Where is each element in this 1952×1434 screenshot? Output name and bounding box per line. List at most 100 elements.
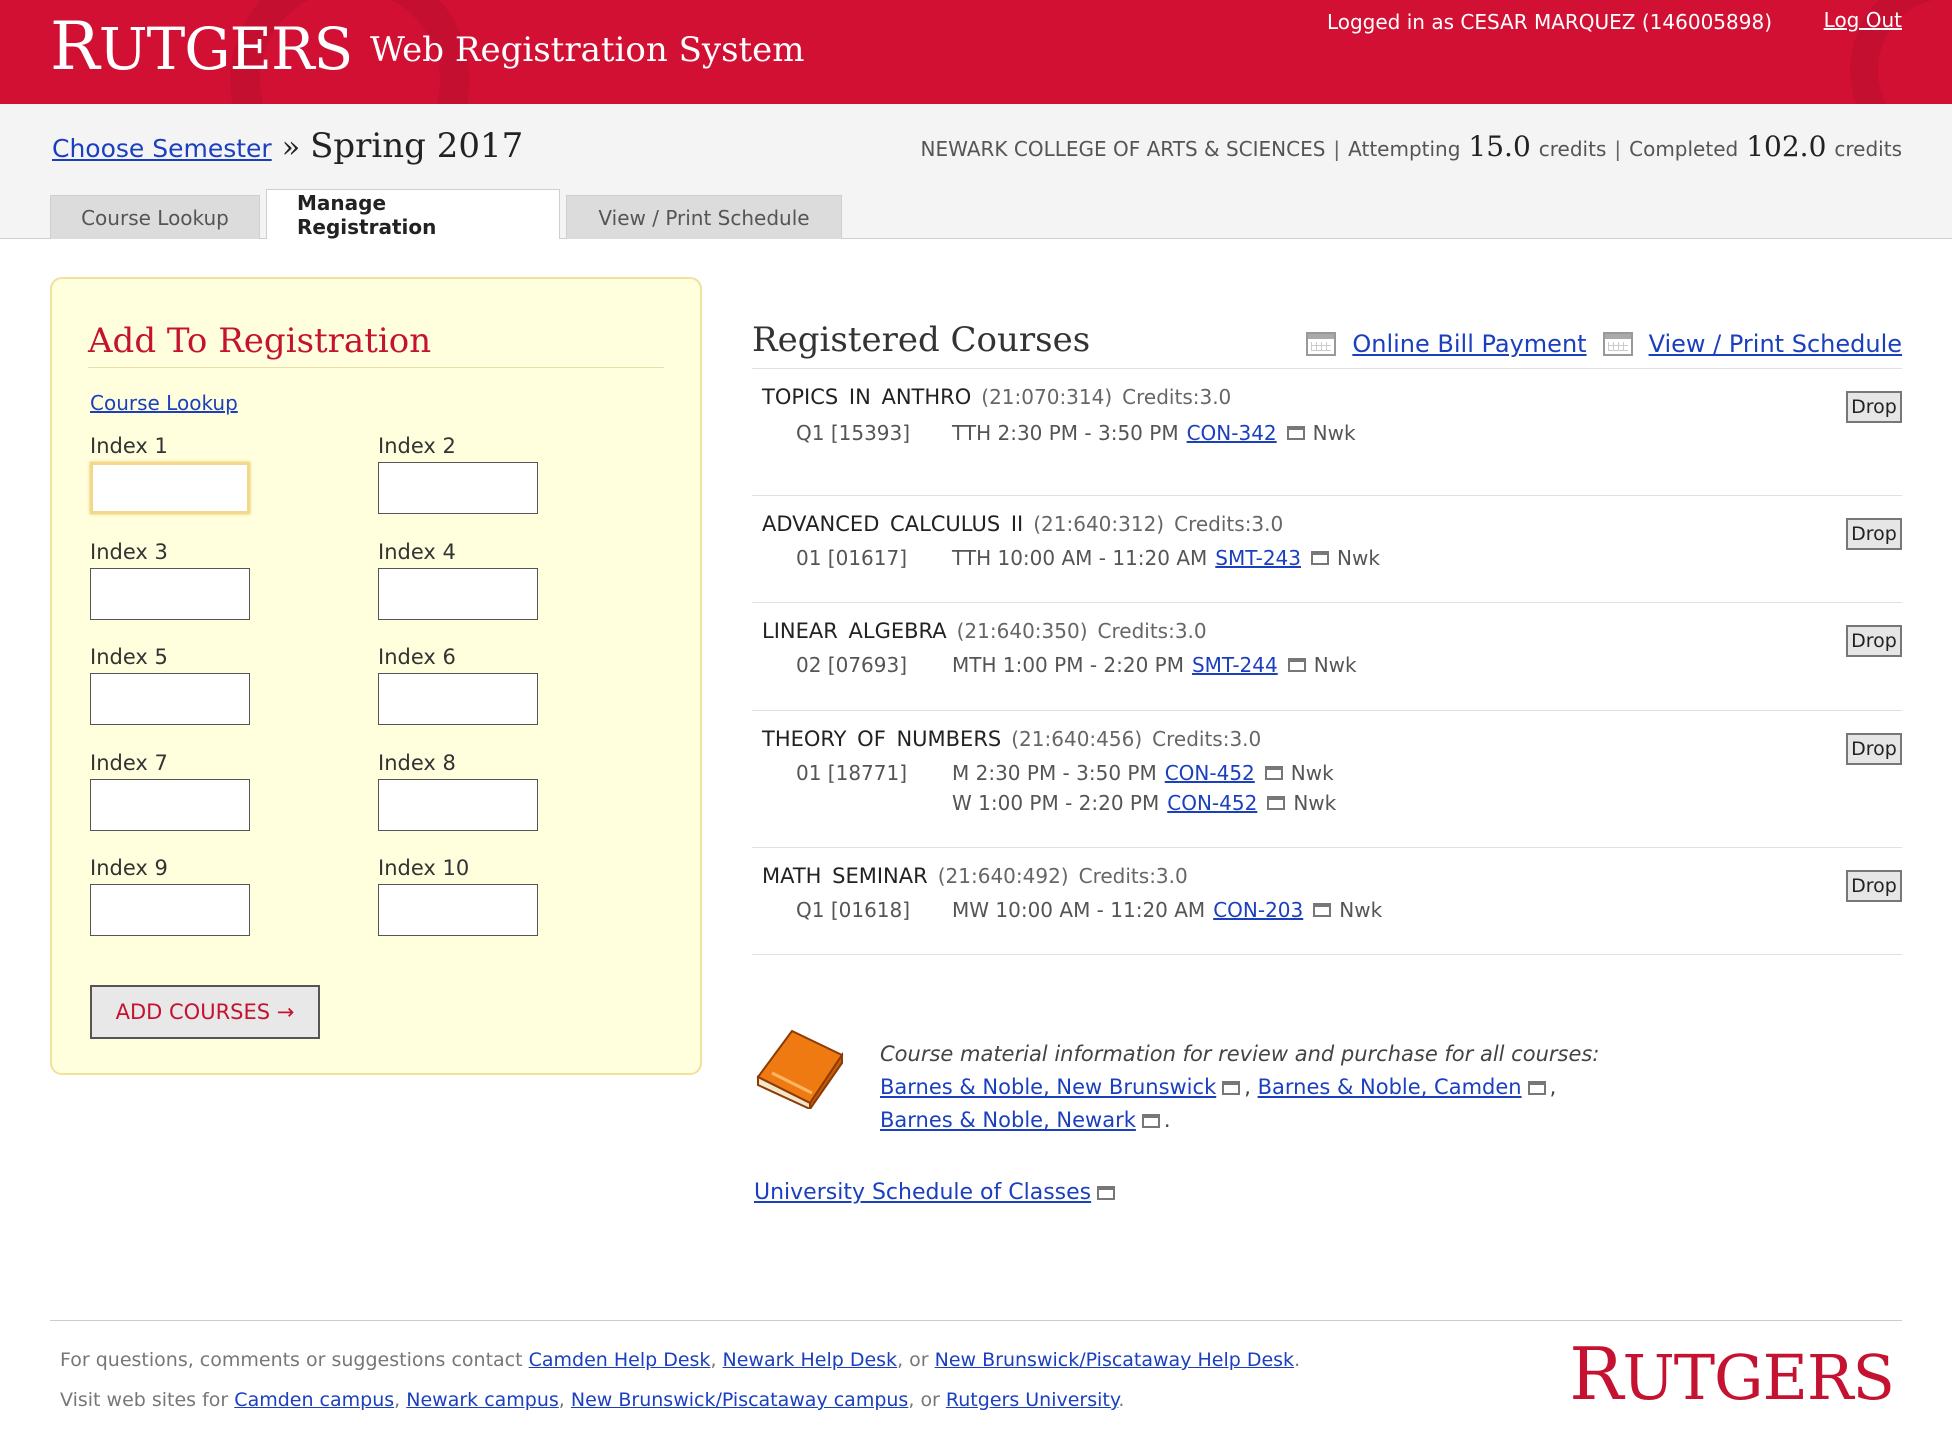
room-link[interactable]: CON-203 [1213,898,1303,922]
bn-new-brunswick-link[interactable]: Barnes & Noble, New Brunswick [880,1075,1216,1099]
app-title: Web Registration System [370,30,805,70]
drop-button[interactable]: Drop [1846,870,1902,902]
course-materials: Course material information for review a… [880,1038,1599,1137]
external-link-icon [1286,426,1305,440]
registered-courses-title: Registered Courses [752,320,1091,360]
semester-title: Spring 2017 [310,126,524,166]
room-link[interactable]: CON-452 [1165,761,1255,785]
index-field-10: Index 10 [378,856,538,936]
index-input-7[interactable] [90,779,250,831]
room-link[interactable]: SMT-243 [1215,546,1301,570]
index-input-1[interactable] [90,462,250,514]
room-link[interactable]: CON-342 [1187,421,1277,445]
index-field-9: Index 9 [90,856,250,936]
nb-campus-link[interactable]: New Brunswick/Piscataway campus [571,1389,908,1411]
calendar-icon [1306,332,1337,356]
meeting-time: TTH 10:00 AM - 11:20 AM [952,546,1208,570]
course-meeting: TTH 2:30 PM - 3:50 PM CON-342 Nwk [952,421,1356,445]
course-code: (21:640:492) [937,864,1069,888]
bn-newark-link[interactable]: Barnes & Noble, Newark [880,1108,1136,1132]
camden-help-link[interactable]: Camden Help Desk [529,1349,711,1371]
campus-code: Nwk [1290,761,1334,785]
tab-view-print-schedule[interactable]: View / Print Schedule [566,195,842,239]
course-name: MATH SEMINAR [762,864,928,888]
registered-links: Online Bill Payment View / Print Schedul… [1306,330,1902,358]
course-section: 01 [18771] [796,761,908,785]
separator: | [1333,137,1341,161]
drop-button[interactable]: Drop [1846,625,1902,657]
index-input-6[interactable] [378,673,538,725]
room-link[interactable]: SMT-244 [1192,653,1278,677]
drop-button[interactable]: Drop [1846,518,1902,550]
course-lookup-link[interactable]: Course Lookup [90,391,238,415]
course-section: 02 [07693] [796,653,908,677]
tab-manage-registration[interactable]: Manage Registration [266,189,560,239]
course-meeting: TTH 10:00 AM - 11:20 AM SMT-243 Nwk [952,546,1380,570]
course-name: LINEAR ALGEBRA [762,619,947,643]
rutgers-university-link[interactable]: Rutgers University [946,1389,1118,1411]
external-link-icon [1267,796,1286,810]
course-heading: MATH SEMINAR (21:640:492) Credits:3.0 [762,864,1188,888]
external-link-icon [1287,658,1306,672]
choose-semester-link[interactable]: Choose Semester [52,134,272,163]
footer: For questions, comments or suggestions c… [60,1340,1300,1420]
index-input-8[interactable] [378,779,538,831]
newark-campus-link[interactable]: Newark campus [406,1389,559,1411]
course-name: THEORY OF NUMBERS [762,727,1002,751]
footer-rutgers-logo: RUTGERS [1569,1332,1895,1416]
index-input-5[interactable] [90,673,250,725]
online-bill-payment-link[interactable]: Online Bill Payment [1352,330,1586,358]
index-input-2[interactable] [378,462,538,514]
university-schedule-link[interactable]: University Schedule of Classes [754,1180,1091,1205]
meeting-time: MTH 1:00 PM - 2:20 PM [952,653,1184,677]
index-field-1: Index 1 [90,434,250,514]
tab-course-lookup[interactable]: Course Lookup [50,195,260,239]
course-meeting: W 1:00 PM - 2:20 PM CON-452 Nwk [952,791,1336,815]
drop-button[interactable]: Drop [1846,733,1902,765]
index-field-8: Index 8 [378,751,538,831]
index-input-9[interactable] [90,884,250,936]
bn-camden-link[interactable]: Barnes & Noble, Camden [1258,1075,1522,1099]
course-name: TOPICS IN ANTHRO [762,385,972,409]
course-heading: THEORY OF NUMBERS (21:640:456) Credits:3.0 [762,727,1261,751]
logout-link[interactable]: Log Out [1824,8,1902,32]
nb-help-link[interactable]: New Brunswick/Piscataway Help Desk [935,1349,1294,1371]
course-heading: LINEAR ALGEBRA (21:640:350) Credits:3.0 [762,619,1207,643]
external-link-icon [1264,766,1283,780]
course-meeting: MTH 1:00 PM - 2:20 PM SMT-244 Nwk [952,653,1357,677]
footer-help-line: For questions, comments or suggestions c… [60,1349,1301,1371]
index-field-4: Index 4 [378,540,538,620]
course-heading: TOPICS IN ANTHRO (21:070:314) Credits:3.0 [762,385,1231,409]
newark-help-link[interactable]: Newark Help Desk [723,1349,898,1371]
campus-code: Nwk [1293,791,1337,815]
sub-header: Choose Semester » Spring 2017 NEWARK COL… [0,104,1952,239]
credit-stats: NEWARK COLLEGE OF ARTS & SCIENCES | Atte… [921,130,1902,163]
add-panel-title: Add To Registration [88,321,664,368]
course-materials-intro: Course material information for review a… [880,1042,1600,1066]
credits-word: credits [1834,137,1902,161]
bookstore-links: Barnes & Noble, Newark. [880,1108,1171,1132]
add-courses-button[interactable]: ADD COURSES → [90,985,320,1039]
view-print-schedule-link[interactable]: View / Print Schedule [1649,330,1902,358]
index-input-4[interactable] [378,568,538,620]
course-credits: Credits:3.0 [1174,512,1284,536]
separator: | [1614,137,1622,161]
course-credits: Credits:3.0 [1097,619,1207,643]
index-input-10[interactable] [378,884,538,936]
campus-code: Nwk [1339,898,1383,922]
camden-campus-link[interactable]: Camden campus [234,1389,394,1411]
main-tabs: Course Lookup Manage Registration View /… [50,189,842,239]
drop-button[interactable]: Drop [1846,391,1902,423]
course-meeting: MW 10:00 AM - 11:20 AM CON-203 Nwk [952,898,1382,922]
course-row: THEORY OF NUMBERS (21:640:456) Credits:3.0… [752,711,1902,848]
course-section: Q1 [15393] [796,421,911,445]
index-input-3[interactable] [90,568,250,620]
breadcrumb: Choose Semester » Spring 2017 [52,126,523,166]
footer-campus-line: Visit web sites for Camden campus, Newar… [60,1389,1125,1411]
index-field-6: Index 6 [378,645,538,725]
attempting-label: Attempting [1348,137,1461,161]
room-link[interactable]: CON-452 [1167,791,1257,815]
external-link-icon [1141,1114,1160,1128]
meeting-time: M 2:30 PM - 3:50 PM [952,761,1157,785]
course-row: LINEAR ALGEBRA (21:640:350) Credits:3.0 02… [752,603,1902,711]
